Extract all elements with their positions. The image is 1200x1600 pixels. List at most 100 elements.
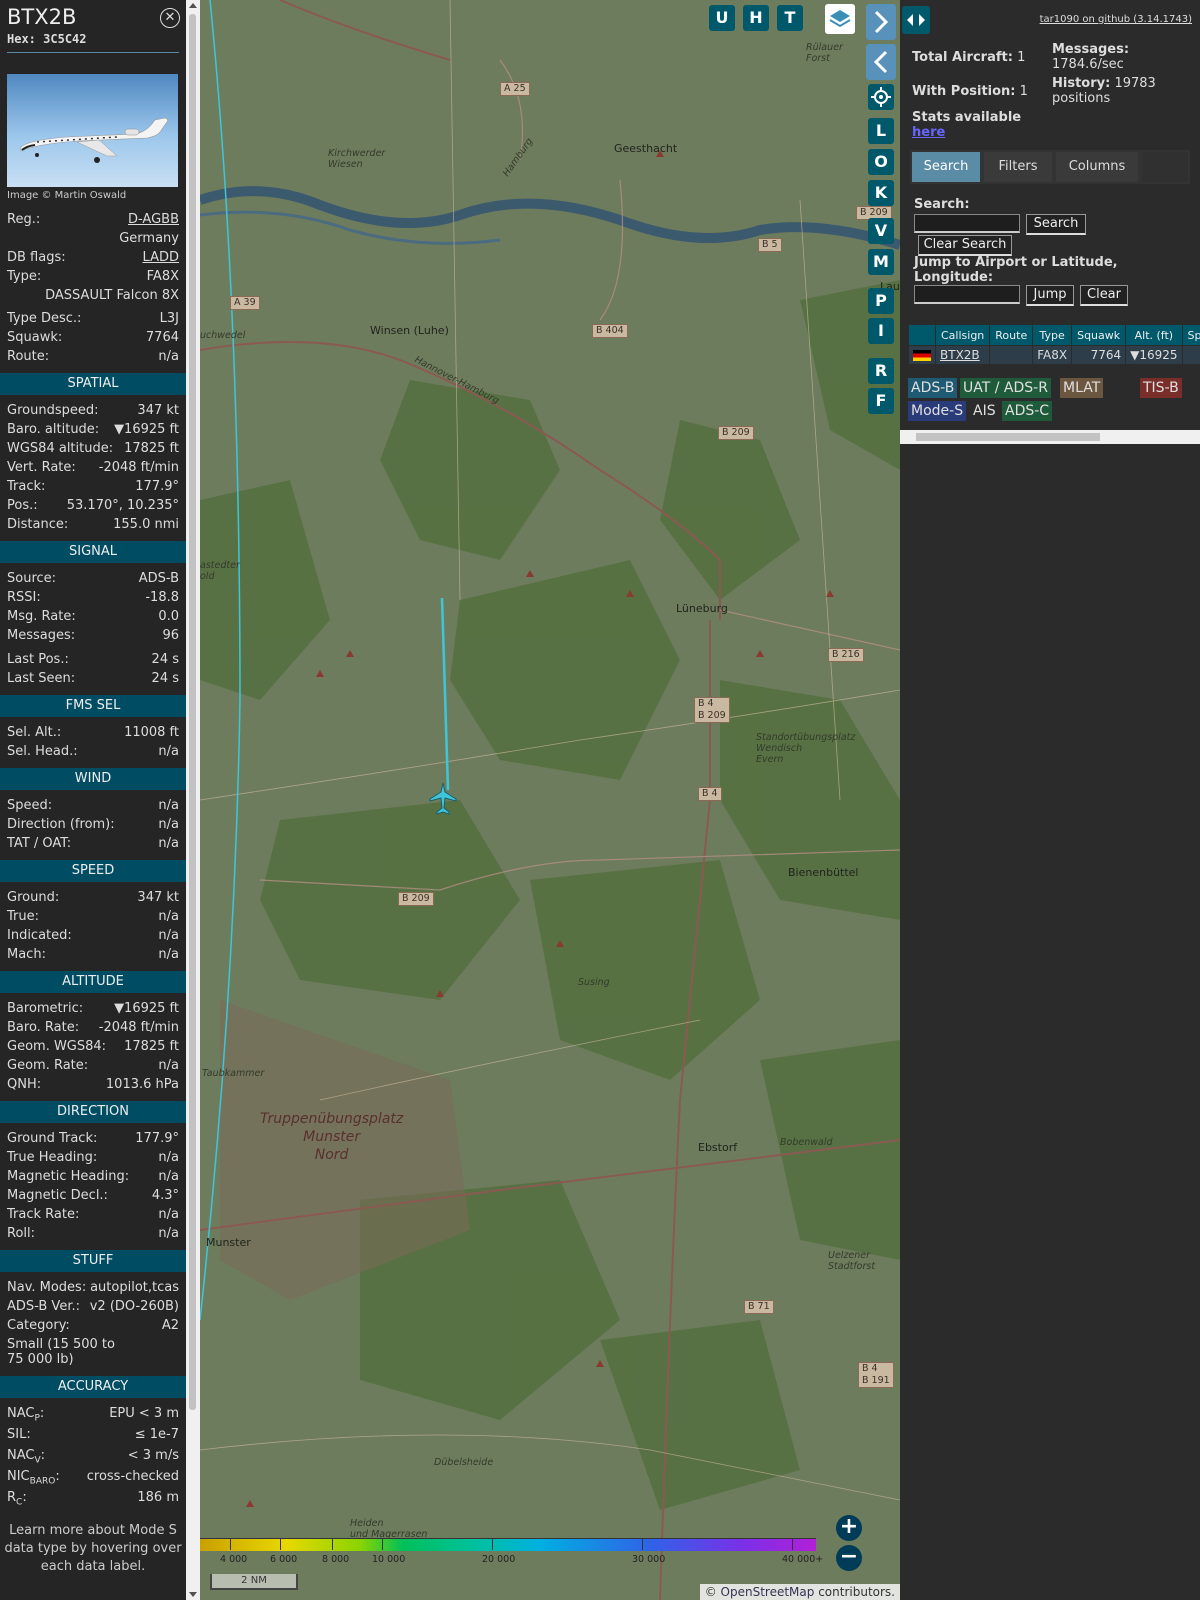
selected-hex: Hex: 3C5C42 — [7, 32, 87, 46]
info-label: Magnetic Decl.: — [7, 1188, 108, 1203]
column-header-type[interactable]: Type — [1033, 325, 1072, 345]
settings-button[interactable] — [868, 84, 894, 110]
info-row: Speed: n/a — [7, 797, 179, 816]
source-tag-ais: AIS — [970, 401, 999, 421]
jump-input[interactable] — [914, 285, 1020, 304]
info-row: Ground: 347 kt — [7, 889, 179, 908]
clear-search-button[interactable]: Clear Search — [918, 235, 1012, 256]
info-value[interactable]: LADD — [143, 250, 179, 265]
with-position-value: 1 — [1019, 84, 1028, 99]
search-input[interactable] — [914, 214, 1020, 233]
info-panel-scrollbar[interactable] — [186, 0, 200, 1600]
map-view[interactable]: A 25 A 39 B 404 B 5B 209 B 4B 209 B 216 B 4B 2… — [200, 0, 900, 1600]
jump-button[interactable]: Jump — [1026, 285, 1074, 306]
github-link[interactable]: tar1090 on github (3.14.1743) — [1040, 14, 1192, 25]
total-aircraft-value: 1 — [1017, 50, 1026, 65]
map-button-f[interactable]: F — [868, 388, 894, 414]
column-header-alt-ft[interactable]: Alt. (ft) — [1126, 325, 1182, 345]
source-tag-ads-c: ADS-C — [1002, 401, 1053, 421]
source-tag-mode-s: Mode-S — [908, 401, 967, 421]
info-row: Vert. Rate: -2048 ft/min — [7, 459, 179, 478]
info-label: Geom. WGS84: — [7, 1039, 107, 1054]
info-row: Geom. Rate: n/a — [7, 1057, 179, 1076]
column-header-spd[interactable]: Spd — [1182, 325, 1200, 345]
info-value: 11008 ft — [124, 725, 179, 740]
tab-columns[interactable]: Columns — [1056, 152, 1138, 182]
info-value: n/a — [158, 1226, 179, 1241]
aircraft-photo[interactable] — [7, 74, 178, 187]
stats-link[interactable]: here — [912, 125, 945, 140]
scrollbar-thumb[interactable] — [189, 14, 196, 1410]
column-header-squawk[interactable]: Squawk — [1072, 325, 1126, 345]
scroll-down-arrow-icon[interactable] — [189, 1592, 197, 1597]
callsign-link[interactable]: BTX2B — [940, 348, 980, 362]
map-button-u[interactable]: U — [709, 5, 735, 31]
road-shield: A 39 — [230, 296, 260, 310]
info-value[interactable]: D-AGBB — [128, 212, 179, 227]
legend-label: 30 000 — [632, 1554, 666, 1565]
map-button-h[interactable]: H — [743, 5, 769, 31]
road-shield: B 4B 209 — [694, 697, 730, 723]
expand-sidebar-button[interactable] — [866, 4, 896, 40]
map-button-p[interactable]: P — [868, 288, 894, 314]
category-desc: Small (15 500 to 75 000 lb) — [7, 1337, 115, 1367]
hex-value: 3C5C42 — [43, 32, 87, 46]
search-button[interactable]: Search — [1026, 214, 1086, 235]
scroll-up-arrow-icon[interactable] — [189, 3, 197, 8]
tab-filters[interactable]: Filters — [984, 152, 1052, 182]
zoom-in-button[interactable]: + — [836, 1515, 862, 1541]
info-row: Last Seen: 24 s — [7, 670, 179, 689]
place-label: Bienenbüttel — [788, 866, 859, 879]
map-button-l[interactable]: L — [868, 118, 894, 144]
route-cell — [990, 346, 1033, 364]
info-label: RSSI: — [7, 590, 41, 605]
accuracy-label-suffix: : — [55, 1469, 60, 1484]
info-label: Vert. Rate: — [7, 460, 76, 475]
column-header-callsign[interactable]: Callsign — [936, 325, 990, 345]
osm-link[interactable]: OpenStreetMap — [721, 1585, 815, 1599]
sidebar-horizontal-scrollbar[interactable] — [900, 430, 1200, 444]
place-label: Kirchwerder Wiesen — [328, 148, 386, 170]
info-sections: SPATIAL Groundspeed: 347 kt Baro. altitude:… — [0, 373, 186, 1336]
info-label: Msg. Rate: — [7, 609, 76, 624]
table-row[interactable]: BTX2B FA8X 7764 ▼16925 — [909, 346, 1200, 364]
layers-button[interactable] — [825, 4, 855, 34]
hscroll-thumb[interactable] — [916, 433, 1100, 441]
info-row: Mach: n/a — [7, 946, 179, 965]
clear-jump-button[interactable]: Clear — [1080, 285, 1128, 306]
close-icon[interactable]: ✕ — [160, 8, 180, 28]
messages-value: 1784.6/sec — [1052, 57, 1124, 72]
info-row: Germany — [7, 230, 179, 249]
zoom-out-button[interactable]: − — [836, 1545, 862, 1571]
collapse-sidebar-button[interactable] — [866, 44, 896, 80]
map-button-i[interactable]: I — [868, 318, 894, 344]
map-button-o[interactable]: O — [868, 149, 894, 175]
info-label: Indicated: — [7, 928, 72, 943]
info-label: Sel. Head.: — [7, 744, 78, 759]
accuracy-label-suffix: : — [39, 1406, 45, 1421]
selected-aircraft-icon[interactable] — [428, 782, 458, 816]
accuracy-row: NICBARO: cross-checked — [7, 1468, 179, 1489]
map-button-r[interactable]: R — [868, 358, 894, 384]
accuracy-value: cross-checked — [86, 1469, 179, 1484]
legend-tick — [280, 1538, 281, 1550]
type-cell: FA8X — [1033, 346, 1072, 364]
callsign-cell[interactable]: BTX2B — [936, 346, 990, 364]
history-stat: History: 19783 positions — [1052, 76, 1192, 106]
map-button-t[interactable]: T — [777, 5, 803, 31]
accuracy-label: SIL: — [7, 1427, 31, 1442]
info-value: n/a — [158, 744, 179, 759]
info-row: QNH: 1013.6 hPa — [7, 1076, 179, 1095]
legend-tick — [230, 1538, 231, 1550]
place-label: Heiden und Magerrasen — [350, 1518, 428, 1540]
map-button-k[interactable]: K — [868, 180, 894, 206]
accuracy-value: EPU < 3 m — [109, 1406, 179, 1421]
info-value: 17825 ft — [124, 441, 179, 456]
selected-callsign: BTX2B — [7, 5, 77, 29]
column-header-route[interactable]: Route — [990, 325, 1033, 345]
map-button-m[interactable]: M — [868, 249, 894, 275]
tab-search[interactable]: Search — [912, 152, 980, 182]
info-label: Last Seen: — [7, 671, 76, 686]
map-button-v[interactable]: V — [868, 218, 894, 244]
toggle-sidebar-width-button[interactable] — [902, 6, 930, 34]
